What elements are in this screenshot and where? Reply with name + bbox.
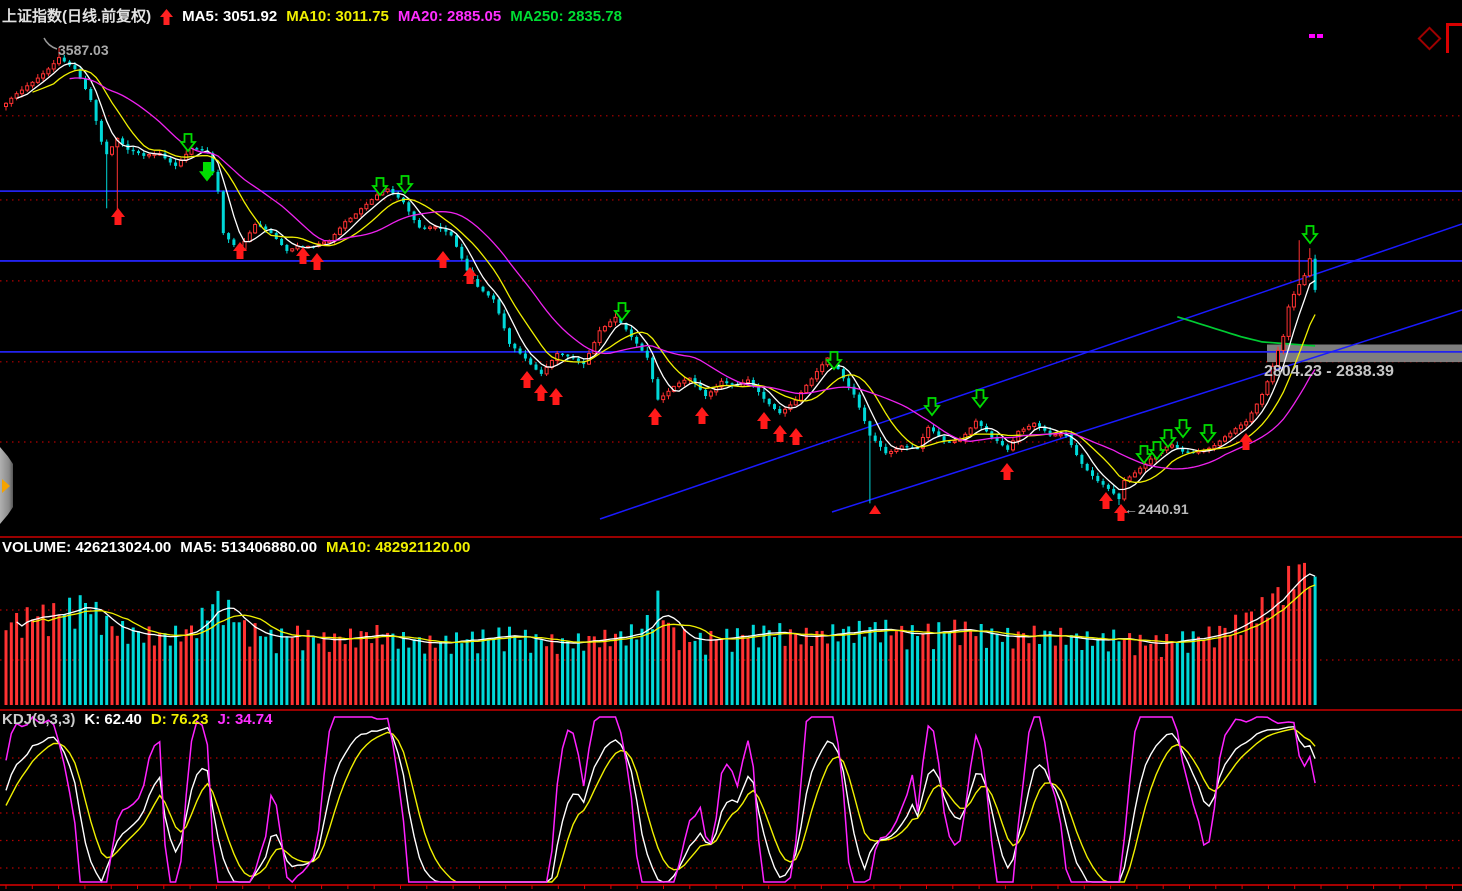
main-chart-canvas[interactable] xyxy=(0,0,1462,537)
peak-pointer xyxy=(44,38,57,49)
pane-separator xyxy=(0,536,1462,538)
sell-signal-arrows xyxy=(181,134,1317,463)
up-arrow-icon xyxy=(160,9,173,25)
magenta-dash-icon xyxy=(1317,34,1323,38)
kdj-chart-canvas[interactable] xyxy=(0,711,1462,891)
support-levels xyxy=(0,191,1462,352)
magenta-dash-icon xyxy=(1309,34,1315,38)
kdj-j-line xyxy=(6,717,1315,882)
kdj-d-line xyxy=(6,729,1315,882)
ma5-line xyxy=(17,63,1316,489)
kdj-j-value: J: 34.74 xyxy=(217,711,272,729)
ma10-value: MA10: 3011.75 xyxy=(286,8,389,26)
price-gridlines xyxy=(0,116,1462,442)
stock-chart-window: 上证指数(日线.前复权) MA5: 3051.92 MA10: 3011.75 … xyxy=(0,0,1462,891)
trough-price-label: ←2440.91 xyxy=(1124,501,1189,517)
volume-bars xyxy=(5,563,1317,705)
volume-ma10-value: MA10: 482921120.00 xyxy=(326,539,470,557)
expand-arrow-icon xyxy=(2,479,10,493)
volume-header: VOLUME: 426213024.00 MA5: 513406880.00 M… xyxy=(2,539,470,557)
volume-chart-canvas[interactable] xyxy=(0,539,1462,709)
volume-ma5-value: MA5: 513406880.00 xyxy=(180,539,317,557)
ma20-value: MA20: 2885.05 xyxy=(398,8,501,26)
kdj-k-line xyxy=(6,727,1315,882)
main-chart-header: 上证指数(日线.前复权) MA5: 3051.92 MA10: 3011.75 … xyxy=(2,8,622,26)
instrument-title: 上证指数(日线.前复权) xyxy=(2,8,151,26)
kdj-header: KDJ(9,3,3) K: 62.40 D: 76.23 J: 34.74 xyxy=(2,711,273,729)
candles xyxy=(5,48,1317,505)
kdj-k-value: K: 62.40 xyxy=(84,711,142,729)
ma5-value: MA5: 3051.92 xyxy=(182,8,277,26)
ma20-line xyxy=(70,78,1316,469)
alert-triangles xyxy=(869,505,881,514)
buy-signal-arrows xyxy=(111,208,1253,521)
kdj-d-value: D: 76.23 xyxy=(151,711,209,729)
resistance-band-label: 2804.23 - 2838.39 xyxy=(1264,363,1394,381)
volume-value: VOLUME: 426213024.00 xyxy=(2,539,171,557)
kdj-name: KDJ(9,3,3) xyxy=(2,711,75,729)
ma10-line xyxy=(33,70,1316,483)
red-box-icon[interactable] xyxy=(1446,23,1462,53)
time-axis xyxy=(0,885,1462,889)
ma250-value: MA250: 2835.78 xyxy=(510,8,622,26)
peak-price-label: 3587.03 xyxy=(58,42,109,58)
